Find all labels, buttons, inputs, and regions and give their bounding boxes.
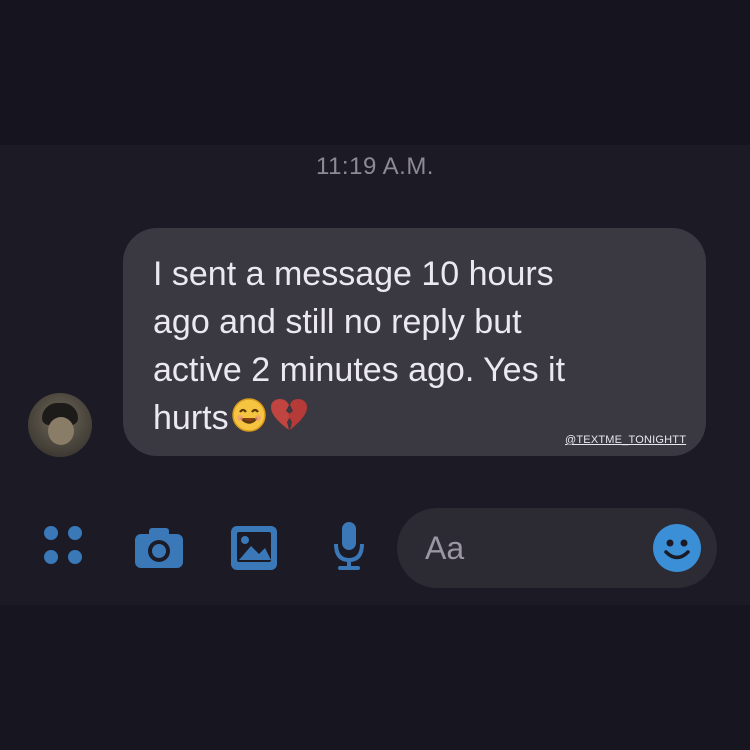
message-input-placeholder: Aa <box>425 530 465 566</box>
gallery-icon[interactable] <box>229 524 279 572</box>
smiley-emoji-icon[interactable] <box>652 523 702 573</box>
microphone-icon[interactable] <box>332 520 366 574</box>
avatar[interactable] <box>28 393 92 457</box>
message-timestamp: 11:19 A.M. <box>316 153 434 180</box>
broken-heart-icon <box>269 397 309 446</box>
camera-icon[interactable] <box>133 524 185 570</box>
message-input[interactable]: Aa <box>397 508 717 588</box>
watermark: @TEXTME_TONIGHTT <box>565 434 687 446</box>
received-message-bubble[interactable]: I sent a message 10 hours ago and still … <box>123 228 706 456</box>
message-body: I sent a message 10 hours ago and still … <box>153 255 566 437</box>
bottom-background <box>0 605 750 750</box>
apps-grid-icon[interactable] <box>44 526 88 570</box>
message-text: I sent a message 10 hours ago and still … <box>153 250 678 446</box>
smiling-face-icon <box>231 397 267 446</box>
top-background <box>0 0 750 145</box>
